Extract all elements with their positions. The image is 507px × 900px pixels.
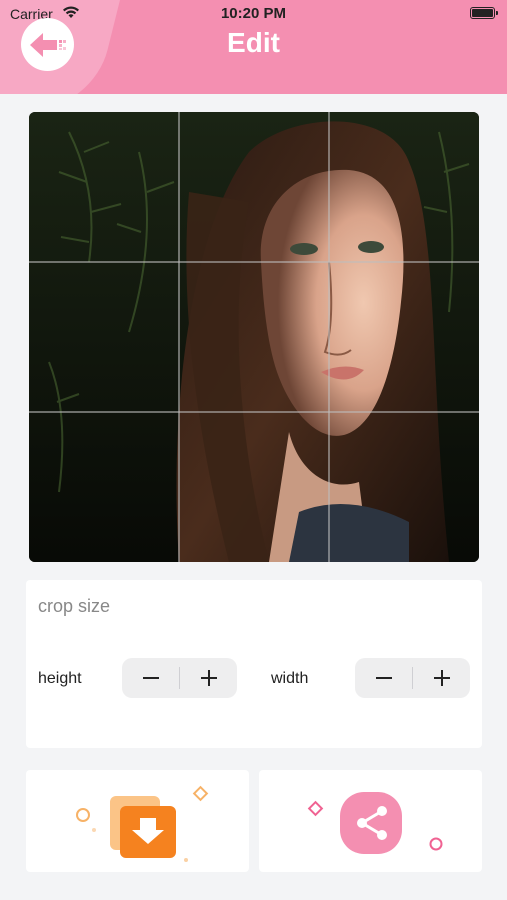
status-time: 10:20 PM [220, 5, 287, 22]
minus-icon [142, 677, 159, 679]
crop-grid-line [29, 261, 479, 263]
header-bar: Carrier 10:20 PM Edit [0, 0, 507, 94]
share-button[interactable] [259, 770, 482, 872]
crop-grid-line [178, 112, 180, 562]
battery-icon [470, 7, 498, 19]
width-decrease-button[interactable] [355, 658, 412, 698]
status-bar: Carrier 10:20 PM [0, 0, 507, 28]
height-label: height [38, 670, 82, 687]
height-increase-button[interactable] [180, 658, 237, 698]
crop-grid-line [29, 411, 479, 413]
page-title: Edit [227, 27, 280, 58]
plus-icon [433, 670, 450, 686]
height-decrease-button[interactable] [122, 658, 179, 698]
width-label: width [271, 670, 309, 687]
portrait-photo [29, 112, 479, 562]
download-folder-icon [76, 785, 209, 862]
crop-image-area[interactable] [29, 112, 479, 562]
crop-size-panel: crop size height width [26, 580, 482, 748]
plus-icon [200, 670, 217, 686]
width-stepper [355, 658, 470, 698]
width-increase-button[interactable] [413, 658, 470, 698]
minus-icon [375, 677, 392, 679]
height-stepper [122, 658, 237, 698]
crop-size-title: crop size [38, 596, 111, 616]
save-button[interactable] [26, 770, 249, 872]
crop-grid-line [328, 112, 330, 562]
share-icon [307, 792, 443, 854]
